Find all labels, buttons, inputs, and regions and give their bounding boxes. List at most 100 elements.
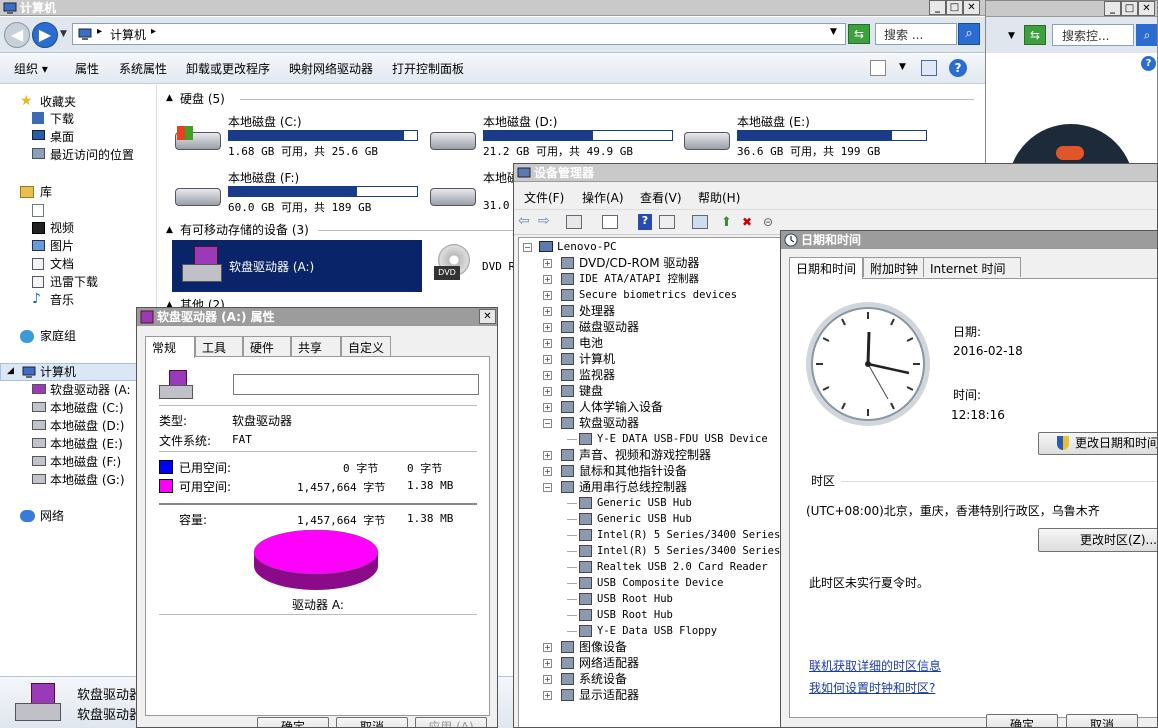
- nav-computer[interactable]: 计算机: [40, 363, 76, 381]
- address-dropdown[interactable]: ▼: [830, 27, 837, 37]
- tree-category[interactable]: 显示适配器: [579, 687, 639, 703]
- tab-3[interactable]: 共享: [291, 336, 341, 356]
- nav-videos[interactable]: 视频: [50, 219, 74, 237]
- disk-name[interactable]: 本地磁盘 (D:): [483, 113, 557, 130]
- disk-name[interactable]: 本地磁盘 (C:): [228, 113, 302, 130]
- hdd-group-header[interactable]: 硬盘 (5): [180, 90, 225, 107]
- tab-2[interactable]: Internet 时间: [923, 257, 1021, 277]
- tree-device[interactable]: Realtek USB 2.0 Card Reader: [597, 559, 768, 575]
- nav-drive-item[interactable]: 本地磁盘 (C:): [50, 399, 124, 417]
- nav-recent[interactable]: 最近访问的位置: [50, 146, 134, 164]
- help-icon[interactable]: ?: [1141, 56, 1156, 71]
- properties-icon[interactable]: [602, 215, 618, 229]
- chevron-down-icon[interactable]: ▼: [899, 62, 906, 72]
- explorer-titlebar[interactable]: 计算机 _ □ ✕: [0, 0, 985, 16]
- menu-item[interactable]: 操作(A): [582, 189, 624, 206]
- minimize-button[interactable]: _: [929, 0, 946, 15]
- tree-category[interactable]: 处理器: [579, 303, 615, 319]
- search-icon[interactable]: ⌕: [1136, 24, 1157, 46]
- tree-category[interactable]: 人体学输入设备: [579, 399, 663, 415]
- change-date-time-button[interactable]: 更改日期和时间: [1038, 432, 1157, 455]
- expand-icon[interactable]: +: [543, 291, 552, 300]
- close-button[interactable]: ✕: [1138, 1, 1155, 16]
- tree-category[interactable]: 磁盘驱动器: [579, 319, 639, 335]
- tree-category[interactable]: 软盘驱动器: [579, 415, 639, 431]
- ok-button[interactable]: 确定: [257, 717, 329, 727]
- toolbar-button[interactable]: 卸载或更改程序: [186, 60, 270, 77]
- collapse-icon[interactable]: −: [543, 419, 552, 428]
- tree-category[interactable]: DVD/CD-ROM 驱动器: [579, 255, 699, 271]
- nav-documents[interactable]: 文档: [50, 255, 74, 273]
- search-icon[interactable]: ⌕: [958, 23, 980, 45]
- preview-pane-icon[interactable]: [921, 60, 937, 76]
- breadcrumb-arrow[interactable]: ▸: [151, 26, 156, 37]
- tree-device[interactable]: USB Root Hub: [597, 607, 673, 623]
- tree-device[interactable]: USB Composite Device: [597, 575, 723, 591]
- expand-icon[interactable]: +: [543, 371, 552, 380]
- tab-1[interactable]: 附加时钟: [863, 257, 925, 277]
- tree-device[interactable]: Intel(R) 5 Series/3400 Series: [597, 527, 780, 543]
- timezone-info-link-text[interactable]: 联机获取详细的时区信息: [809, 659, 941, 673]
- tree-category[interactable]: 计算机: [579, 351, 615, 367]
- update-driver-icon[interactable]: ⬆: [721, 215, 737, 230]
- breadcrumb-arrow[interactable]: ▸: [97, 26, 102, 37]
- tree-device[interactable]: USB Root Hub: [597, 591, 673, 607]
- tab-2[interactable]: 硬件: [243, 336, 291, 356]
- nav-desktop[interactable]: 桌面: [50, 128, 74, 146]
- group-collapse-icon[interactable]: ▲: [166, 225, 173, 235]
- help-icon[interactable]: ?: [638, 214, 652, 230]
- expand-icon[interactable]: +: [543, 659, 552, 668]
- nav-libraries[interactable]: 库: [40, 183, 52, 201]
- dvd-label[interactable]: DVD R: [482, 260, 515, 273]
- tree-device[interactable]: Y-E DATA USB-FDU USB Device: [597, 431, 768, 447]
- refresh-button[interactable]: ⇆: [848, 24, 870, 44]
- breadcrumb[interactable]: 计算机: [110, 26, 146, 43]
- forward-button[interactable]: ▶: [32, 22, 58, 48]
- tree-device[interactable]: Intel(R) 5 Series/3400 Series: [597, 543, 780, 559]
- view-icon[interactable]: [659, 215, 675, 229]
- toolbar-button[interactable]: 映射网络驱动器: [289, 60, 373, 77]
- back-arrow-icon[interactable]: ⇦: [518, 213, 530, 229]
- properties-titlebar[interactable]: 软盘驱动器 (A:) 属性 ✕: [137, 308, 497, 326]
- expand-icon[interactable]: +: [543, 355, 552, 364]
- tree-category[interactable]: Secure biometrics devices: [579, 287, 737, 303]
- cancel-button[interactable]: 取消: [336, 717, 408, 727]
- expand-icon[interactable]: +: [543, 387, 552, 396]
- menu-item[interactable]: 文件(F): [524, 189, 564, 206]
- history-dropdown[interactable]: ▼: [60, 29, 67, 39]
- disk-name[interactable]: 本地磁盘 (E:): [737, 113, 810, 130]
- tree-root[interactable]: Lenovo-PC: [557, 239, 617, 255]
- view-options-icon[interactable]: [870, 60, 886, 76]
- nav-xunlei[interactable]: 迅雷下载: [50, 273, 98, 291]
- tab-1[interactable]: 工具: [195, 336, 243, 356]
- ok-button[interactable]: 确定: [986, 714, 1058, 727]
- expand-icon[interactable]: +: [543, 451, 552, 460]
- collapse-icon[interactable]: −: [523, 243, 532, 252]
- refresh-button[interactable]: ⇆: [1024, 25, 1046, 45]
- disable-icon[interactable]: ⊝: [763, 215, 779, 229]
- collapse-icon[interactable]: −: [543, 483, 552, 492]
- tree-category[interactable]: 网络适配器: [579, 655, 639, 671]
- timezone-info-link[interactable]: 联机获取详细的时区信息: [809, 657, 941, 674]
- expand-icon[interactable]: +: [543, 691, 552, 700]
- search-input[interactable]: 搜索控...: [1052, 24, 1134, 46]
- tree-category[interactable]: 鼠标和其他指针设备: [579, 463, 687, 479]
- collapse-icon[interactable]: ◢: [7, 366, 14, 376]
- tree-category[interactable]: IDE ATA/ATAPI 控制器: [579, 271, 699, 287]
- back-button[interactable]: ◀: [4, 22, 30, 48]
- nav-favorites[interactable]: 收藏夹: [40, 93, 76, 111]
- close-button[interactable]: ✕: [963, 0, 980, 15]
- nav-pictures[interactable]: 图片: [50, 237, 74, 255]
- tree-category[interactable]: 声音、视频和游戏控制器: [579, 447, 711, 463]
- toolbar-button[interactable]: 属性: [75, 60, 99, 77]
- nav-drive-item[interactable]: 本地磁盘 (D:): [50, 417, 124, 435]
- apply-button[interactable]: 应用 (A): [415, 717, 487, 727]
- up-icon[interactable]: [566, 215, 582, 229]
- nav-drive-item[interactable]: 本地磁盘 (F:): [50, 453, 121, 471]
- tree-category[interactable]: 图像设备: [579, 639, 627, 655]
- menu-item[interactable]: 查看(V): [640, 189, 682, 206]
- nav-downloads[interactable]: 下载: [50, 110, 74, 128]
- removable-group-header[interactable]: 有可移动存储的设备 (3): [180, 221, 309, 238]
- expand-icon[interactable]: +: [543, 339, 552, 348]
- minimize-button[interactable]: _: [1104, 1, 1121, 16]
